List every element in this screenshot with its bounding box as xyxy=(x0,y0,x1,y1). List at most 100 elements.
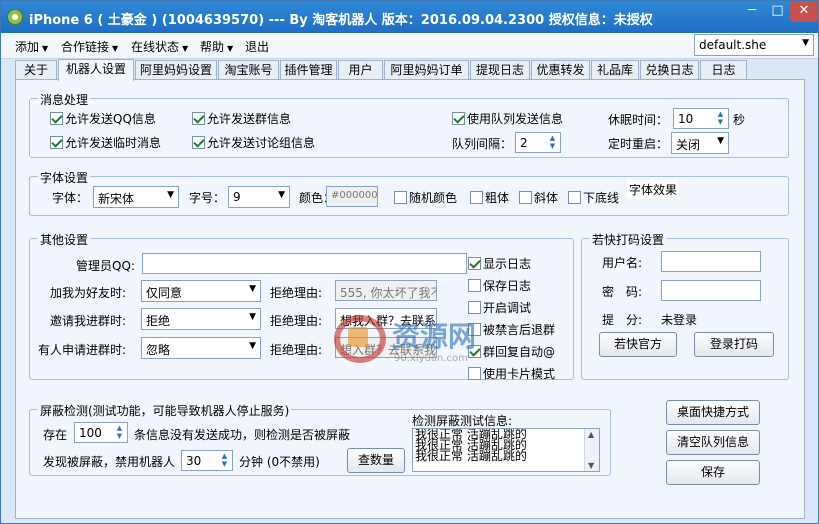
menu-partner-links[interactable]: 合作链接 ▼ xyxy=(61,38,118,55)
allow-group-checkbox[interactable]: 允许发送群信息 xyxy=(192,110,291,127)
queue-interval-spinner[interactable]: 2 ▲ ▼ xyxy=(515,132,561,153)
watermark-subtext: 90.xiyuan.com xyxy=(394,353,468,364)
italic-checkbox[interactable]: 斜体 xyxy=(519,189,558,206)
tab-users[interactable]: 用户 xyxy=(338,60,383,80)
menu-label: 合作链接 xyxy=(61,40,110,54)
font-size-select[interactable]: 9 ▼ xyxy=(228,186,290,208)
reject-reason-value: 555, 你太坏了我不 xyxy=(340,286,437,300)
bold-checkbox[interactable]: 粗体 xyxy=(470,189,509,206)
join-apply-value: 忽略 xyxy=(146,343,171,357)
underline-checkbox[interactable]: 下底线 xyxy=(568,189,619,206)
chevron-down-icon: ▼ xyxy=(249,284,256,294)
check-count-button[interactable]: 查数量 xyxy=(347,448,405,473)
menu-label: 退出 xyxy=(245,40,270,54)
random-color-checkbox[interactable]: 随机颜色 xyxy=(394,189,457,206)
use-queue-checkbox[interactable]: 使用队列发送信息 xyxy=(452,110,563,127)
restart-label: 定时重启： xyxy=(608,137,669,151)
checkbox-box xyxy=(568,191,581,204)
size-value: 9 xyxy=(233,190,241,204)
save-button[interactable]: 保存 xyxy=(666,460,760,485)
close-button[interactable]: ✕ xyxy=(790,2,818,22)
font-group: 字体设置 字体： 新宋体 ▼ 字号： 9 ▼ 颜色： #000000 随机颜色 粗体… xyxy=(29,169,789,216)
checkbox-label: 允许发送群信息 xyxy=(207,112,292,126)
color-field[interactable]: #000000 xyxy=(326,186,378,207)
font-value: 新宋体 xyxy=(98,192,135,206)
size-label: 字号： xyxy=(189,191,226,205)
shield-check-group: 屏蔽检测(测试功能，可能导致机器人停止服务) 存在 100 ▲ ▼ 条信息没有发送成… xyxy=(29,402,611,476)
captcha-score-value: 未登录 xyxy=(661,313,698,327)
queue-interval-label: 队列间隔： xyxy=(452,137,513,151)
checkbox-label: 使用队列发送信息 xyxy=(467,112,564,126)
checkbox-box xyxy=(452,112,465,125)
spinner-arrows-icon[interactable]: ▲ ▼ xyxy=(218,452,231,469)
disable-minutes-spinner[interactable]: 30 ▲ ▼ xyxy=(181,450,233,471)
tab-log[interactable]: 日志 xyxy=(700,60,747,80)
spinner-arrows-icon[interactable]: ▲ ▼ xyxy=(714,110,727,127)
maximize-button[interactable]: □ xyxy=(765,2,790,22)
admin-qq-input[interactable] xyxy=(142,253,467,274)
captcha-site-button[interactable]: 若快官方 xyxy=(599,332,677,357)
allow-discuss-checkbox[interactable]: 允许发送讨论组信息 xyxy=(192,134,315,151)
tab-gift-store[interactable]: 礼品库 xyxy=(591,60,639,80)
restart-select[interactable]: 关闭 ▼ xyxy=(671,132,729,154)
tab-coupon-forward[interactable]: 优惠转发 xyxy=(531,60,590,80)
invite-select[interactable]: 拒绝 ▼ xyxy=(141,308,261,330)
join-apply-select[interactable]: 忽略 ▼ xyxy=(141,337,261,359)
fail-count-spinner[interactable]: 100 ▲ ▼ xyxy=(74,422,128,443)
watermark: 资源网 90.xiyuan.com xyxy=(334,311,542,373)
font-select[interactable]: 新宋体 ▼ xyxy=(93,186,179,208)
chevron-down-icon: ▼ xyxy=(227,44,234,53)
menu-add[interactable]: 添加 ▼ xyxy=(15,38,48,55)
checkbox-box xyxy=(394,191,407,204)
spinner-arrows-icon[interactable]: ▲ ▼ xyxy=(546,134,559,151)
captcha-password-input[interactable] xyxy=(661,280,761,301)
friend-reject-reason-input[interactable]: 555, 你太坏了我不 xyxy=(335,280,437,301)
captcha-score-label: 提 分: xyxy=(602,313,643,327)
menu-exit[interactable]: 退出 xyxy=(245,38,269,55)
save-log-checkbox[interactable]: 保存日志 xyxy=(468,277,531,294)
admin-qq-label: 管理员QQ: xyxy=(76,259,135,273)
captcha-group: 若快打码设置 用户名: 密 码: 提 分: 未登录 若快官方 登录打码 xyxy=(581,231,789,380)
menu-online-status[interactable]: 在线状态 ▼ xyxy=(131,38,188,55)
allow-qq-checkbox[interactable]: 允许发送QQ信息 xyxy=(50,110,156,127)
tab-taobao-account[interactable]: 淘宝账号 xyxy=(218,60,279,80)
tab-withdraw-log[interactable]: 提现日志 xyxy=(470,60,530,80)
captcha-login-button[interactable]: 登录打码 xyxy=(694,332,774,357)
friend-request-select[interactable]: 仅同意 ▼ xyxy=(141,280,261,302)
captcha-username-input[interactable] xyxy=(661,251,761,272)
group-title: 其他设置 xyxy=(38,231,91,248)
shield-info-list[interactable]: 我很正常 活蹦乱跳的 我很正常 活蹦乱跳的 我很正常 活蹦乱跳的 ▲ ▼ xyxy=(412,428,600,472)
sleep-time-spinner[interactable]: 10 ▲ ▼ xyxy=(673,108,729,129)
profile-select[interactable]: default.she ▼ xyxy=(694,34,814,56)
allow-temp-checkbox[interactable]: 允许发送临时消息 xyxy=(50,134,161,151)
disable-minutes-value: 30 xyxy=(186,454,202,468)
tab-alimama-orders[interactable]: 阿里妈妈订单 xyxy=(384,60,469,80)
captcha-user-label: 用户名: xyxy=(602,256,643,270)
show-log-checkbox[interactable]: 显示日志 xyxy=(468,255,531,272)
checkbox-label: 粗体 xyxy=(485,191,510,205)
menu-label: 在线状态 xyxy=(131,40,180,54)
tab-robot-settings[interactable]: 机器人设置 xyxy=(58,59,134,81)
menu-help[interactable]: 帮助 ▼ xyxy=(200,38,233,55)
tab-about[interactable]: 关于 xyxy=(15,60,57,80)
checkbox-box xyxy=(470,191,483,204)
chevron-down-icon[interactable]: ▼ xyxy=(588,461,594,470)
font-label: 字体： xyxy=(52,191,89,205)
chevron-up-icon[interactable]: ▲ xyxy=(588,430,594,439)
chevron-down-icon: ▼ xyxy=(112,44,119,53)
color-value: #000000 xyxy=(331,190,378,201)
tab-exchange-log[interactable]: 兑换日志 xyxy=(640,60,699,80)
message-group: 消息处理 允许发送QQ信息 允许发送群信息 使用队列发送信息 休眠时间： 10 ▲… xyxy=(29,91,789,158)
queue-value: 2 xyxy=(520,136,528,150)
chevron-down-icon: ▼ xyxy=(717,136,724,146)
scrollbar[interactable]: ▲ ▼ xyxy=(584,429,599,471)
clear-queue-button[interactable]: 清空队列信息 xyxy=(666,430,760,455)
checkbox-box xyxy=(192,112,205,125)
group-title: 若快打码设置 xyxy=(590,231,667,248)
group-title: 消息处理 xyxy=(38,91,91,108)
desktop-shortcut-button[interactable]: 桌面快捷方式 xyxy=(666,400,760,425)
tab-plugins[interactable]: 插件管理 xyxy=(280,60,337,80)
spinner-arrows-icon[interactable]: ▲ ▼ xyxy=(113,424,126,441)
minimize-button[interactable]: ─ xyxy=(739,2,765,22)
tab-alimama-settings[interactable]: 阿里妈妈设置 xyxy=(135,60,217,80)
